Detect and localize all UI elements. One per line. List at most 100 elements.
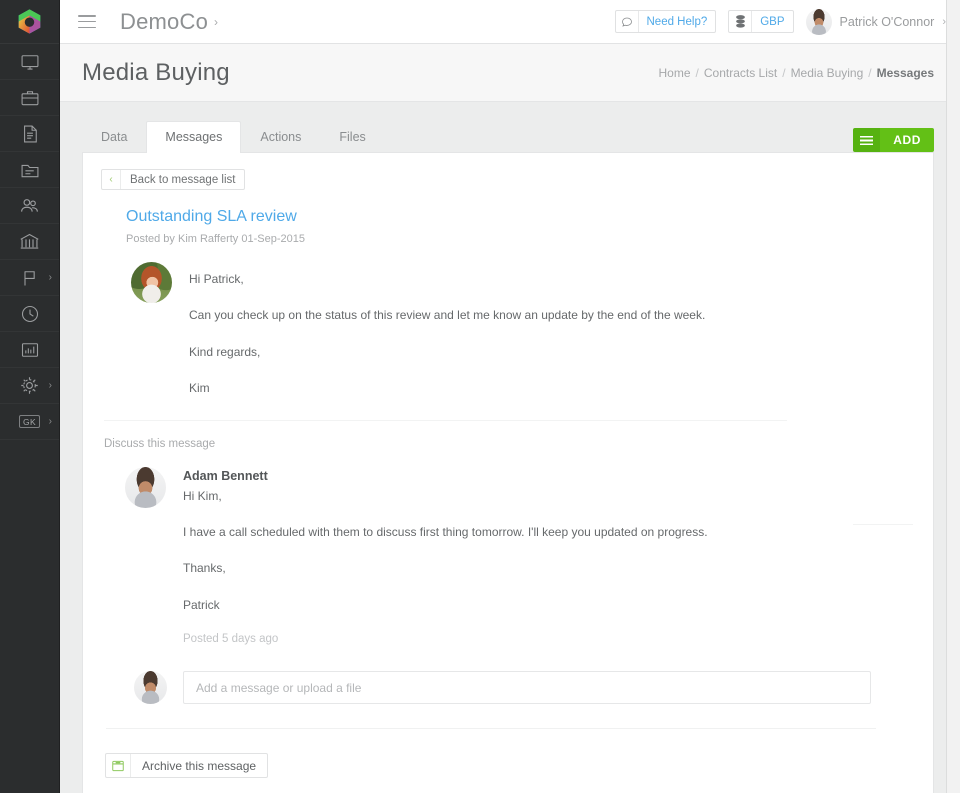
menu-toggle-button[interactable] [78, 15, 96, 28]
sidebar-item-portfolio[interactable] [0, 80, 59, 116]
sidebar-item-reports[interactable] [0, 332, 59, 368]
tab-messages[interactable]: Messages [146, 121, 241, 153]
sidebar: › › GK › [0, 0, 59, 793]
document-icon [20, 124, 40, 144]
main-column: DemoCo › Need Help? [59, 0, 960, 793]
sidebar-item-gk[interactable]: GK › [0, 404, 59, 440]
top-bar-right: Need Help? GBP Patrick O'Connor [615, 9, 947, 35]
message-paragraph: Can you check up on the status of this r… [189, 307, 705, 324]
breadcrumb-item-messages: Messages [877, 66, 934, 80]
content-area: Data Messages Actions Files ADD ‹ Back t… [60, 102, 960, 793]
chevron-left-icon: ‹ [102, 170, 121, 189]
brand-label: DemoCo [120, 9, 208, 35]
message-text: Hi Patrick, Can you check up on the stat… [189, 262, 705, 398]
need-help-button[interactable]: Need Help? [615, 10, 717, 33]
message-composer [134, 671, 913, 704]
chevron-right-icon: › [49, 273, 52, 283]
folder-icon [20, 160, 40, 180]
message-subject[interactable]: Outstanding SLA review [126, 208, 913, 226]
discuss-section-label: Discuss this message [104, 438, 913, 450]
breadcrumb-separator: / [696, 66, 699, 80]
tab-bar: Data Messages Actions Files ADD [82, 122, 934, 153]
message-paragraph: Hi Patrick, [189, 271, 705, 288]
chevron-right-icon: › [214, 15, 218, 29]
sidebar-item-dashboard[interactable] [0, 44, 59, 80]
hamburger-icon-line [78, 27, 96, 29]
sidebar-item-people[interactable] [0, 188, 59, 224]
add-button[interactable]: ADD [853, 128, 934, 152]
archive-icon [106, 754, 131, 777]
message-paragraph: Kind regards, [189, 344, 705, 361]
page-header: Media Buying Home / Contracts List / Med… [60, 44, 960, 102]
vertical-scrollbar[interactable] [946, 0, 960, 793]
tab-actions[interactable]: Actions [241, 121, 320, 153]
breadcrumb-separator: / [868, 66, 871, 80]
breadcrumb: Home / Contracts List / Media Buying / M… [659, 66, 935, 80]
sidebar-item-settings[interactable]: › [0, 368, 59, 404]
chevron-right-icon: › [49, 381, 52, 391]
reply-paragraph: I have a call scheduled with them to dis… [183, 524, 708, 541]
breadcrumb-item-contracts-list[interactable]: Contracts List [704, 66, 777, 80]
back-to-message-list-button[interactable]: ‹ Back to message list [101, 169, 245, 190]
reply-author: Adam Bennett [183, 469, 708, 483]
sidebar-item-history[interactable] [0, 296, 59, 332]
gk-badge-icon: GK [19, 415, 40, 429]
reply-content: Adam Bennett Hi Kim, I have a call sched… [183, 467, 708, 646]
speech-bubble-icon [616, 11, 639, 32]
avatar [131, 262, 172, 303]
need-help-label: Need Help? [639, 11, 716, 32]
reply-paragraph: Patrick [183, 597, 708, 614]
monitor-icon [20, 52, 40, 72]
divider [853, 524, 913, 525]
reply-paragraph: Hi Kim, [183, 488, 708, 505]
flag-icon [20, 268, 40, 288]
breadcrumb-separator: / [782, 66, 785, 80]
message-paragraph: Kim [189, 380, 705, 397]
brand-logo[interactable] [0, 0, 59, 44]
back-button-label: Back to message list [121, 170, 244, 189]
bank-icon [19, 231, 40, 252]
sidebar-item-documents[interactable] [0, 116, 59, 152]
user-menu-button[interactable]: Patrick O'Connor › [806, 9, 946, 35]
reply-item: Adam Bennett Hi Kim, I have a call sched… [125, 467, 913, 646]
bar-chart-icon [20, 340, 40, 360]
avatar [134, 671, 167, 704]
reply-paragraph: Thanks, [183, 560, 708, 577]
message-meta: Posted by Kim Rafferty 01-Sep-2015 [126, 233, 913, 245]
app-window: › › GK › [0, 0, 960, 793]
divider [106, 728, 876, 729]
breadcrumb-item-home[interactable]: Home [659, 66, 691, 80]
reply-timestamp: Posted 5 days ago [183, 633, 708, 645]
brand-name-button[interactable]: DemoCo › [120, 9, 218, 35]
hamburger-icon-line [78, 15, 96, 17]
add-button-label: ADD [880, 128, 934, 152]
clock-icon [20, 304, 40, 324]
people-icon [19, 195, 40, 216]
brand-logo-icon [16, 8, 43, 35]
page-title: Media Buying [82, 59, 230, 87]
currency-label: GBP [752, 11, 792, 32]
hamburger-icon-line [78, 21, 96, 23]
avatar [125, 467, 166, 508]
sidebar-item-organisation[interactable] [0, 224, 59, 260]
archive-message-button[interactable]: Archive this message [105, 753, 268, 778]
breadcrumb-item-media-buying[interactable]: Media Buying [791, 66, 864, 80]
message-card: ‹ Back to message list Outstanding SLA r… [82, 152, 934, 793]
tab-data[interactable]: Data [82, 121, 146, 153]
reply-text: Hi Kim, I have a call scheduled with the… [183, 488, 708, 615]
briefcase-icon [20, 88, 40, 108]
gear-icon [19, 375, 40, 396]
currency-selector[interactable]: GBP [728, 10, 793, 33]
sidebar-item-flags[interactable]: › [0, 260, 59, 296]
sidebar-item-contracts[interactable] [0, 152, 59, 188]
avatar [806, 9, 832, 35]
user-name-label: Patrick O'Connor [840, 15, 935, 29]
hamburger-icon[interactable] [853, 128, 880, 152]
archive-button-label: Archive this message [131, 754, 267, 777]
message-input[interactable] [183, 671, 871, 704]
chevron-right-icon: › [49, 417, 52, 427]
message-body: Hi Patrick, Can you check up on the stat… [131, 262, 913, 398]
divider [104, 420, 787, 421]
coins-icon [729, 11, 752, 32]
tab-files[interactable]: Files [320, 121, 384, 153]
